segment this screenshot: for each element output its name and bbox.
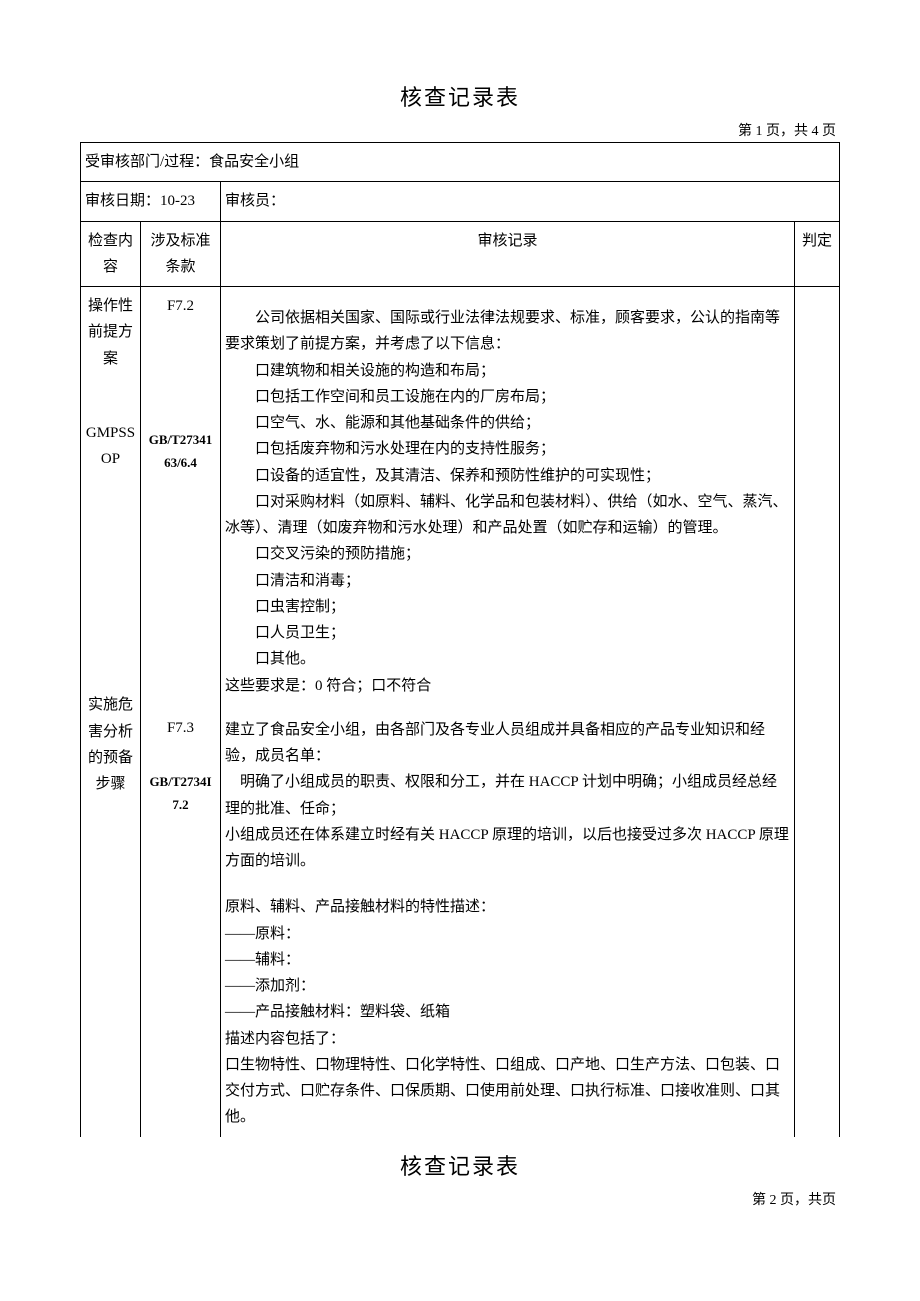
row1-std-line1: F7.2 [145, 293, 216, 319]
row1-record: 公司依据相关国家、国际或行业法律法规要求、标准，顾客要求，公认的指南等要求策划了… [221, 287, 795, 1137]
row1-rec-p1: 公司依据相关国家、国际或行业法律法规要求、标准，顾客要求，公认的指南等要求策划了… [225, 305, 790, 358]
dept-row: 受审核部门/过程：食品安全小组 [81, 143, 840, 182]
row2-rec-p2: 明确了小组成员的职责、权限和分工，并在 HACCP 计划中明确；小组成员经总经理… [225, 769, 790, 822]
auditor-cell: 审核员： [221, 182, 840, 221]
date-auditor-row: 审核日期：10-23 审核员： [81, 182, 840, 221]
row2-check-line4: 步骤 [85, 771, 136, 797]
row2-check-line3: 的预备 [85, 745, 136, 771]
row1-rec-b10: 口人员卫生； [225, 620, 790, 646]
row1-rec-b1: 口建筑物和相关设施的构造和布局； [225, 358, 790, 384]
document-title-2: 核查记录表 [80, 1149, 840, 1181]
row1-std: F7.2 GB/T27341 63/6.4 F7.3 GB/T2734I 7.2 [141, 287, 221, 1137]
page-indicator-1: 第 1 页，共 4 页 [80, 120, 840, 140]
row1-check-line3: 案 [85, 346, 136, 372]
row2-rec-p5: 描述内容包括了： [225, 1026, 790, 1052]
row1-rec-b8: 口清洁和消毒； [225, 568, 790, 594]
dept-cell: 受审核部门/过程：食品安全小组 [81, 143, 840, 182]
row2-rec-l4: ——产品接触材料：塑料袋、纸箱 [225, 999, 790, 1025]
date-label: 审核日期： [85, 193, 160, 209]
row1-std-line3: 63/6.4 [145, 452, 216, 475]
col-record-header: 审核记录 [221, 221, 795, 287]
row2-rec-p1: 建立了食品安全小组，由各部门及各专业人员组成并具备相应的产品专业知识和经验，成员… [225, 717, 790, 770]
row1-rec-b6: 口对采购材料（如原料、辅料、化学品和包装材料）、供给（如水、空气、蒸汽、冰等）、… [225, 489, 790, 542]
row2-check-line2: 害分析 [85, 719, 136, 745]
row2-rec-p3: 小组成员还在体系建立时经有关 HACCP 原理的培训，以后也接受过多次 HACC… [225, 822, 790, 875]
date-cell: 审核日期：10-23 [81, 182, 221, 221]
row1-rec-b5: 口设备的适宜性，及其清洁、保养和预防性维护的可实现性； [225, 463, 790, 489]
row1-check-line4: GMPSS [85, 420, 136, 446]
row2-std-line3: 7.2 [145, 794, 216, 817]
row1-check-line1: 操作性 [85, 293, 136, 319]
col-judge-header: 判定 [795, 221, 840, 287]
row1-rec-b3: 口空气、水、能源和其他基础条件的供给； [225, 410, 790, 436]
row2-rec-l3: ——添加剂： [225, 973, 790, 999]
row1-rec-b11: 口其他。 [225, 646, 790, 672]
page-indicator-2: 第 2 页，共页 [80, 1189, 840, 1209]
page-1: 核查记录表 第 1 页，共 4 页 受审核部门/过程：食品安全小组 审核日期：1… [0, 0, 920, 1249]
row1-rec-b2: 口包括工作空间和员工设施在内的厂房布局； [225, 384, 790, 410]
dept-label: 受审核部门/过程： [85, 154, 209, 170]
row1-rec-b7: 口交叉污染的预防措施； [225, 541, 790, 567]
row1-judge [795, 287, 840, 1137]
row2-rec-p4: 原料、辅料、产品接触材料的特性描述： [225, 894, 790, 920]
row1-check-line5: OP [85, 446, 136, 472]
column-header-row: 检查内容 涉及标准条款 审核记录 判定 [81, 221, 840, 287]
auditor-label: 审核员： [225, 193, 285, 209]
row1-check: 操作性 前提方 案 GMPSS OP 实施危 害分析 的预备 步骤 [81, 287, 141, 1137]
col-check-header: 检查内容 [81, 221, 141, 287]
audit-table: 受审核部门/过程：食品安全小组 审核日期：10-23 审核员： 检查内容 涉及标… [80, 142, 840, 1137]
date-value: 10-23 [160, 193, 195, 209]
row2-std-line1: F7.3 [145, 715, 216, 741]
row1-check-line2: 前提方 [85, 319, 136, 345]
row2-rec-p6: 口生物特性、口物理特性、口化学特性、口组成、口产地、口生产方法、口包装、口交付方… [225, 1052, 790, 1131]
col-standard-header: 涉及标准条款 [141, 221, 221, 287]
row2-rec-l2: ——辅料： [225, 947, 790, 973]
row1-rec-b4: 口包括废弃物和污水处理在内的支持性服务； [225, 436, 790, 462]
row1-std-line2: GB/T27341 [145, 429, 216, 452]
row2-std-line2: GB/T2734I [145, 771, 216, 794]
dept-value: 食品安全小组 [209, 154, 299, 170]
row1-rec-b9: 口虫害控制； [225, 594, 790, 620]
document-title: 核查记录表 [80, 80, 840, 112]
row2-rec-l1: ——原料： [225, 921, 790, 947]
page-2-header-section: 核查记录表 第 2 页，共页 [80, 1149, 840, 1209]
row2-check-line1: 实施危 [85, 692, 136, 718]
row1-rec-p2: 这些要求是：0 符合；口不符合 [225, 673, 790, 699]
